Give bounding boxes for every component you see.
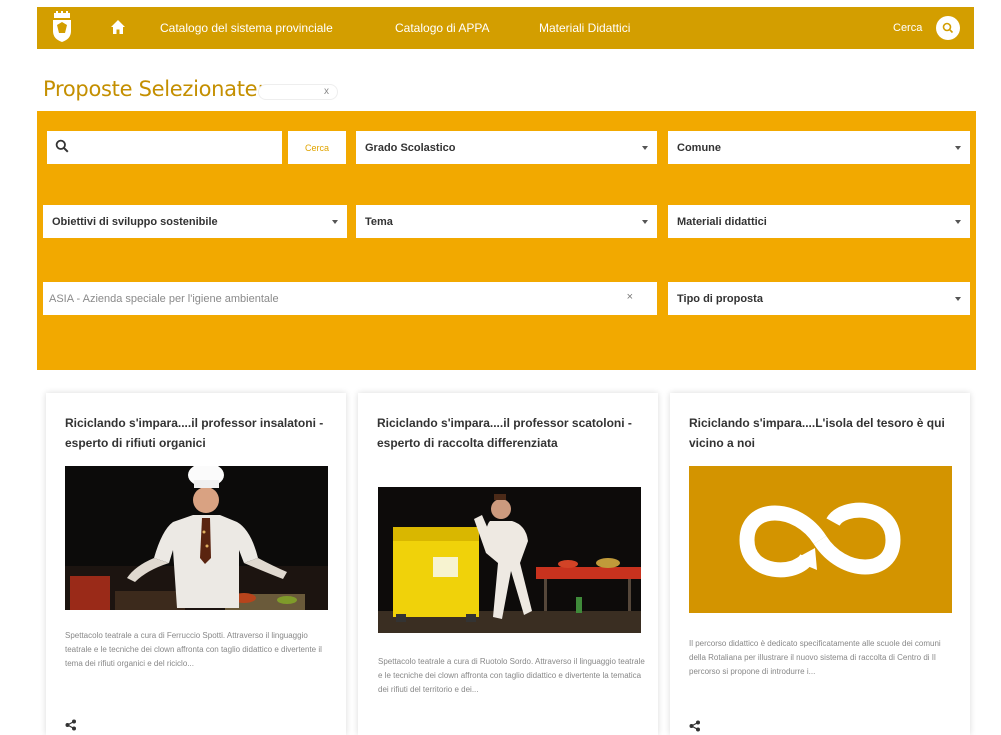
search-icon bbox=[55, 139, 69, 153]
proposal-card[interactable]: Riciclando s'impara....il professor insa… bbox=[46, 393, 346, 735]
obiettivi-select[interactable]: Obiettivi di sviluppo sostenibile bbox=[43, 205, 347, 238]
clear-icon[interactable]: × bbox=[627, 291, 633, 303]
tipo-proposta-label: Tipo di proposta bbox=[677, 292, 763, 305]
filter-panel: Cerca Grado Scolastico Comune Obiettivi … bbox=[37, 111, 976, 370]
chip-remove-icon[interactable]: x bbox=[324, 86, 329, 97]
card-title[interactable]: Riciclando s'impara....il professor insa… bbox=[65, 413, 335, 453]
selected-filter-chip[interactable]: x bbox=[258, 84, 338, 100]
comune-label: Comune bbox=[677, 141, 721, 154]
chevron-down-icon bbox=[955, 297, 961, 301]
card-description: Spettacolo teatrale a cura di Ruotolo So… bbox=[378, 657, 645, 694]
card-title[interactable]: Riciclando s'impara....L'isola del tesor… bbox=[689, 413, 959, 453]
chevron-down-icon bbox=[642, 220, 648, 224]
proposal-card[interactable]: Riciclando s'impara....il professor scat… bbox=[358, 393, 658, 735]
tema-select[interactable]: Tema bbox=[356, 205, 657, 238]
tema-label: Tema bbox=[365, 215, 393, 228]
share-icon[interactable] bbox=[65, 719, 77, 731]
search-label[interactable]: Cerca bbox=[893, 7, 922, 49]
materiali-label: Materiali didattici bbox=[677, 215, 767, 228]
card-description: Il percorso didattico è dedicato specifi… bbox=[689, 639, 941, 676]
tipo-proposta-select[interactable]: Tipo di proposta bbox=[668, 282, 970, 315]
nav-catalogo-provinciale[interactable]: Catalogo del sistema provinciale bbox=[149, 7, 344, 52]
share-icon[interactable] bbox=[689, 720, 701, 732]
chevron-down-icon bbox=[332, 220, 338, 224]
comune-select[interactable]: Comune bbox=[668, 131, 970, 164]
nav-materiali-didattici[interactable]: Materiali Didattici bbox=[539, 7, 630, 49]
chevron-down-icon bbox=[955, 220, 961, 224]
nav-catalogo-appa[interactable]: Catalogo di APPA bbox=[395, 7, 490, 49]
chevron-down-icon bbox=[642, 146, 648, 150]
coat-of-arms-logo[interactable] bbox=[51, 11, 73, 43]
proposal-card[interactable]: Riciclando s'impara....L'isola del tesor… bbox=[670, 393, 970, 735]
page-title: Proposte Selezionate: bbox=[43, 77, 265, 101]
card-image[interactable] bbox=[65, 466, 328, 610]
grado-scolastico-select[interactable]: Grado Scolastico bbox=[356, 131, 657, 164]
card-image[interactable] bbox=[689, 466, 952, 613]
grado-scolastico-label: Grado Scolastico bbox=[365, 141, 456, 154]
materiali-select[interactable]: Materiali didattici bbox=[668, 205, 970, 238]
search-input[interactable] bbox=[47, 131, 282, 164]
ente-select[interactable]: ASIA - Azienda speciale per l'igiene amb… bbox=[43, 282, 657, 315]
card-image[interactable] bbox=[378, 487, 641, 633]
card-title[interactable]: Riciclando s'impara....il professor scat… bbox=[377, 413, 647, 453]
obiettivi-label: Obiettivi di sviluppo sostenibile bbox=[52, 215, 218, 228]
card-description: Spettacolo teatrale a cura di Ferruccio … bbox=[65, 631, 322, 668]
chevron-down-icon bbox=[955, 146, 961, 150]
home-icon[interactable] bbox=[110, 19, 126, 35]
search-button[interactable] bbox=[936, 16, 960, 40]
top-navbar: Catalogo del sistema provinciale Catalog… bbox=[37, 7, 974, 52]
ente-selected-value: ASIA - Azienda speciale per l'igiene amb… bbox=[49, 292, 279, 305]
search-icon bbox=[942, 22, 954, 34]
search-submit-button[interactable]: Cerca bbox=[288, 131, 346, 164]
